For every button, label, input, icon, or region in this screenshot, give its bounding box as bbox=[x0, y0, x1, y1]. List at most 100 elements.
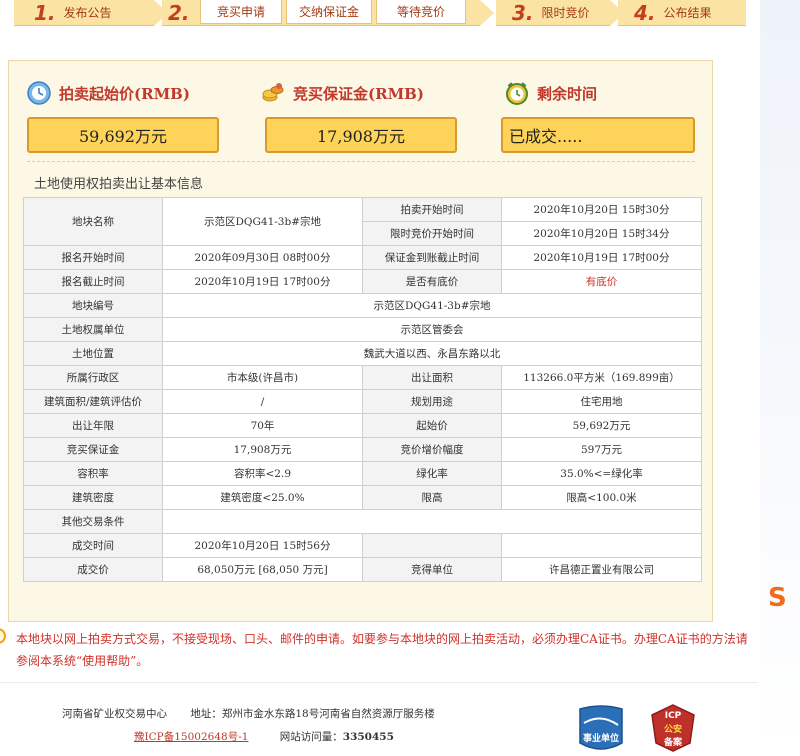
icp-police-badge-icon[interactable]: ICP 公安 备案 bbox=[648, 703, 698, 753]
substep-waiting[interactable]: 等待竞价 bbox=[376, 0, 466, 24]
footer: 河南省矿业权交易中心 地址：郑州市金水东路18号河南省自然资源厅服务楼 豫ICP… bbox=[62, 706, 455, 744]
cell-value: 2020年09月30日 08时00分 bbox=[162, 245, 363, 270]
cell-label: 报名开始时间 bbox=[23, 245, 163, 270]
sogou-s-icon[interactable]: S bbox=[768, 585, 796, 611]
cell-label: 地块编号 bbox=[23, 293, 163, 318]
step-1[interactable]: 1. 发布公告 bbox=[14, 0, 154, 26]
table-row: 所属行政区 市本级(许昌市) 出让面积 113266.0平方米（169.899亩… bbox=[23, 365, 702, 390]
warning-icon bbox=[0, 628, 6, 644]
table-row: 竞买保证金 17,908万元 竞价增价幅度 597万元 bbox=[23, 437, 702, 462]
right-side-strip bbox=[760, 0, 800, 756]
cell-value bbox=[162, 509, 702, 534]
visits-count: 3350455 bbox=[342, 731, 394, 743]
cell-label: 是否有底价 bbox=[362, 269, 502, 294]
badge-text: 事业单位 bbox=[583, 732, 619, 744]
cell-label: 地块名称 bbox=[23, 197, 163, 246]
cell-value: 示范区管委会 bbox=[162, 317, 702, 342]
cell-value: 2020年10月19日 17时00分 bbox=[162, 269, 363, 294]
remaining-header: 剩余时间 bbox=[505, 81, 597, 105]
badge-text: 备案 bbox=[663, 736, 683, 748]
cell-label: 限高 bbox=[362, 485, 502, 510]
table-row: 建筑面积/建筑评估价 / 规划用途 住宅用地 bbox=[23, 389, 702, 414]
cell-value: 113266.0平方米（169.899亩） bbox=[501, 365, 702, 390]
badge-text: 公安 bbox=[664, 723, 682, 735]
cell-value: 限高<100.0米 bbox=[501, 485, 702, 510]
table-row: 报名截止时间 2020年10月19日 17时00分 是否有底价 有底价 bbox=[23, 269, 702, 294]
substep-apply[interactable]: 竞买申请 bbox=[200, 0, 282, 24]
cell-label: 竞得单位 bbox=[362, 557, 502, 582]
cell-label: 建筑密度 bbox=[23, 485, 163, 510]
start-price-value: 59,692万元 bbox=[27, 117, 219, 153]
remaining-time-value: 已成交..... bbox=[501, 117, 695, 153]
deposit-label: 竞买保证金(RMB) bbox=[293, 84, 424, 103]
cell-value: 2020年10月19日 17时00分 bbox=[501, 245, 702, 270]
cell-value: 魏武大道以西、永昌东路以北 bbox=[162, 341, 702, 366]
cell-label: 建筑面积/建筑评估价 bbox=[23, 389, 163, 414]
section-title: 土地使用权拍卖出让基本信息 bbox=[34, 177, 204, 192]
step-1-number: 1. bbox=[34, 0, 56, 25]
cell-value: 17,908万元 bbox=[162, 437, 363, 462]
icp-link[interactable]: 豫ICP备15002648号-1 bbox=[134, 731, 248, 743]
visits-label: 网站访问量： bbox=[279, 731, 343, 743]
step-4[interactable]: 4. 公布结果 bbox=[618, 0, 746, 26]
cell-value: 容积率<2.9 bbox=[162, 461, 363, 486]
table-row: 土地位置 魏武大道以西、永昌东路以北 bbox=[23, 341, 702, 366]
cell-value: 68,050万元 [68,050 万元] bbox=[162, 557, 363, 582]
cell-value bbox=[501, 533, 702, 558]
cell-value: / bbox=[162, 389, 363, 414]
cell-label: 报名截止时间 bbox=[23, 269, 163, 294]
cell-label: 所属行政区 bbox=[23, 365, 163, 390]
step-2-number: 2. bbox=[168, 0, 190, 25]
table-row: 出让年限 70年 起始价 59,692万元 bbox=[23, 413, 702, 438]
cell-label: 竞买保证金 bbox=[23, 437, 163, 462]
table-row: 其他交易条件 bbox=[23, 509, 702, 534]
table-row: 土地权属单位 示范区管委会 bbox=[23, 317, 702, 342]
cell-value: 2020年10月20日 15时34分 bbox=[501, 221, 702, 246]
progress-steps: 1. 发布公告 2. 竞买申请 交纳保证金 等待竞价 3. 限时竞价 4. 公布… bbox=[0, 0, 746, 26]
substep-deposit[interactable]: 交纳保证金 bbox=[286, 0, 372, 24]
cell-label: 起始价 bbox=[362, 413, 502, 438]
clock-icon bbox=[27, 81, 51, 105]
cell-label: 土地权属单位 bbox=[23, 317, 163, 342]
table-row: 报名开始时间 2020年09月30日 08时00分 保证金到账截止时间 2020… bbox=[23, 245, 702, 270]
step-3-label: 限时竞价 bbox=[541, 6, 590, 20]
cell-label: 保证金到账截止时间 bbox=[362, 245, 502, 270]
coins-icon bbox=[262, 83, 284, 102]
table-row: 容积率 容积率<2.9 绿化率 35.0%<=绿化率 bbox=[23, 461, 702, 486]
badge-text: ICP bbox=[665, 711, 682, 721]
cell-value: 597万元 bbox=[501, 437, 702, 462]
footer-org: 河南省矿业权交易中心 bbox=[62, 708, 167, 720]
footer-divider bbox=[0, 682, 758, 683]
divider bbox=[27, 161, 695, 162]
cell-label: 容积率 bbox=[23, 461, 163, 486]
step-4-number: 4. bbox=[634, 0, 656, 25]
cell-label: 拍卖开始时间 bbox=[362, 197, 502, 222]
table-row: 地块编号 示范区DQG41-3b#宗地 bbox=[23, 293, 702, 318]
table-row: 成交价 68,050万元 [68,050 万元] 竞得单位 许昌德正置业有限公司 bbox=[23, 557, 702, 582]
deposit-value: 17,908万元 bbox=[265, 117, 457, 153]
table-row: 地块名称 示范区DQG41-3b#宗地 拍卖开始时间 2020年10月20日 1… bbox=[23, 197, 702, 246]
notice-text: 本地块以网上拍卖方式交易，不接受现场、口头、邮件的申请。如要参与本地块的网上拍卖… bbox=[16, 632, 748, 668]
cell-value: 示范区DQG41-3b#宗地 bbox=[162, 197, 363, 246]
cell-value: 2020年10月20日 15时56分 bbox=[162, 533, 363, 558]
footer-address: 地址：郑州市金水东路18号河南省自然资源厅服务楼 bbox=[190, 708, 435, 720]
start-price-label: 拍卖起始价(RMB) bbox=[59, 84, 190, 103]
cell-value: 示范区DQG41-3b#宗地 bbox=[162, 293, 702, 318]
step-3-number: 3. bbox=[512, 0, 534, 25]
auction-panel: 拍卖起始价(RMB) 竞买保证金(RMB) 剩余时间 59,692万元 17,9… bbox=[8, 60, 713, 622]
table-row: 建筑密度 建筑密度<25.0% 限高 限高<100.0米 bbox=[23, 485, 702, 510]
step-3[interactable]: 3. 限时竞价 bbox=[496, 0, 610, 26]
cell-value: 35.0%<=绿化率 bbox=[501, 461, 702, 486]
cell-label: 成交时间 bbox=[23, 533, 163, 558]
cell-label: 出让年限 bbox=[23, 413, 163, 438]
deposit-header: 竞买保证金(RMB) bbox=[261, 81, 424, 105]
public-institution-badge-icon[interactable]: 事业单位 bbox=[576, 703, 626, 753]
cell-label: 出让面积 bbox=[362, 365, 502, 390]
cell-value: 市本级(许昌市) bbox=[162, 365, 363, 390]
cell-label bbox=[362, 533, 502, 558]
cell-value: 70年 bbox=[162, 413, 363, 438]
cell-label: 绿化率 bbox=[362, 461, 502, 486]
cell-value: 住宅用地 bbox=[501, 389, 702, 414]
step-arrow bbox=[480, 0, 494, 26]
remaining-label: 剩余时间 bbox=[537, 84, 598, 103]
